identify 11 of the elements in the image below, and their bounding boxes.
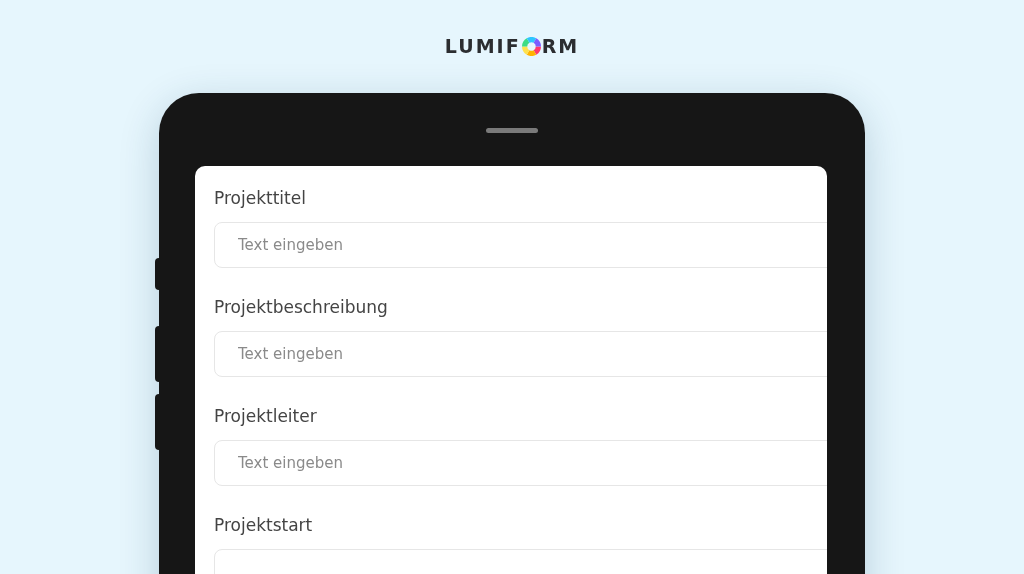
field-label: Projektstart — [214, 514, 314, 537]
field-label: Projektbeschreibung — [214, 296, 389, 319]
logo-ring-icon — [521, 36, 541, 56]
field-label: Projekttitel — [214, 187, 307, 210]
logo-text: RM — [541, 33, 580, 59]
field-label: Projektleiter — [214, 405, 318, 428]
speaker-slot — [486, 128, 538, 133]
logo-text: LUMIF — [444, 33, 521, 59]
text-field[interactable]: Text eingeben — [214, 331, 827, 377]
text-field[interactable]: Text eingeben — [214, 440, 827, 486]
text-field[interactable]: Text eingeben — [214, 222, 827, 268]
